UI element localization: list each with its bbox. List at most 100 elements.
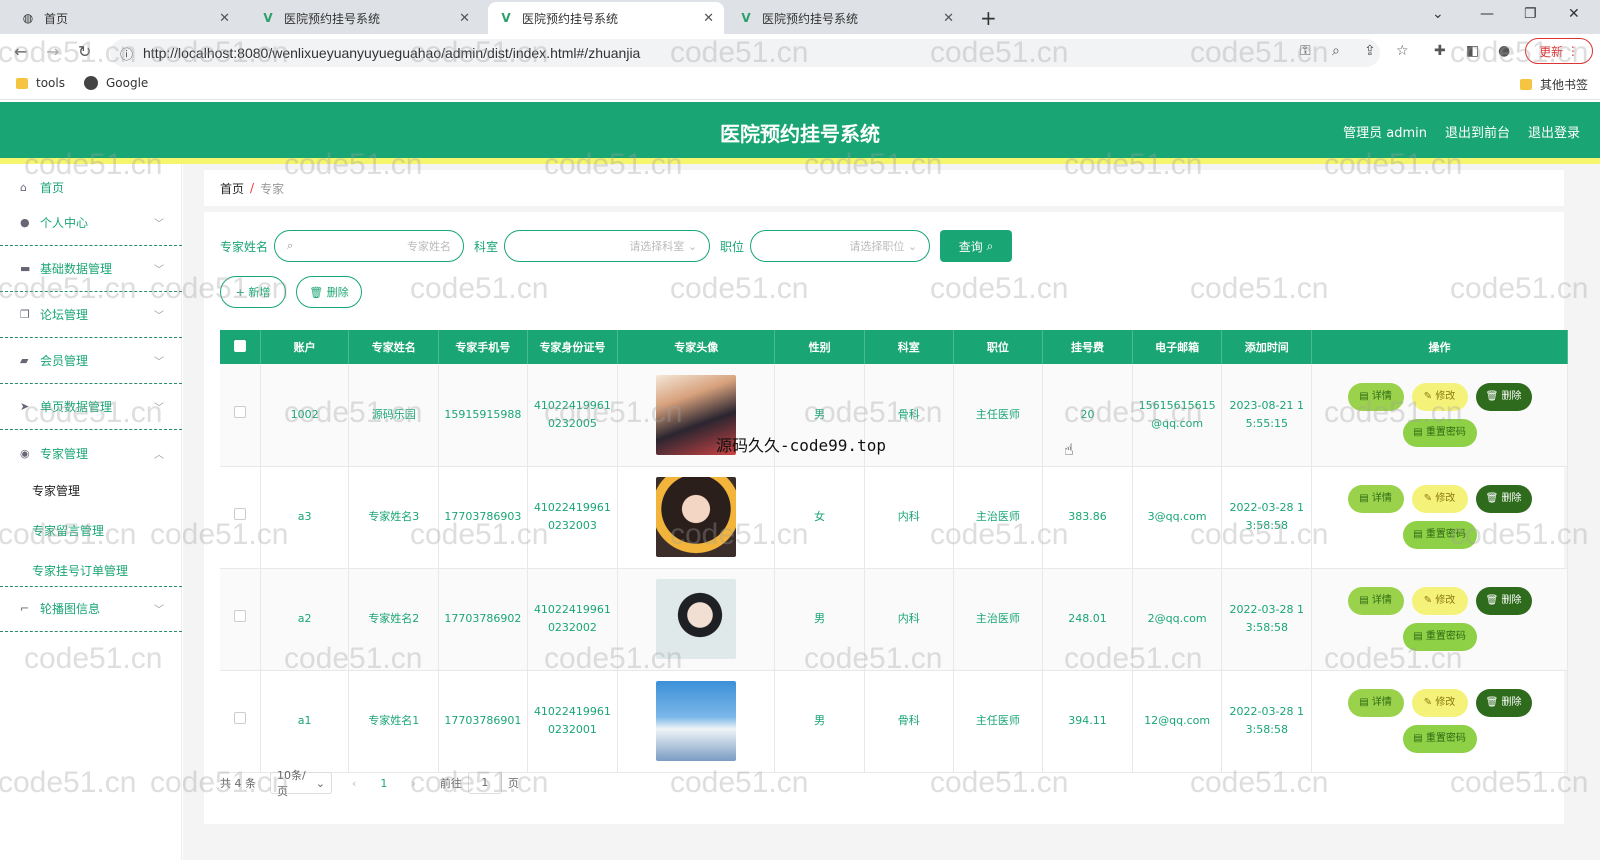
reset-password-button[interactable]: ▤ 重置密码 — [1402, 418, 1477, 447]
column-header[interactable]: 挂号费 — [1042, 330, 1133, 364]
sidebar-item-basedata[interactable]: ▬ 基础数据管理 ﹀ — [0, 246, 182, 292]
next-page-icon[interactable]: › — [411, 777, 415, 790]
new-tab-icon[interactable]: + — [980, 6, 997, 30]
restore-icon[interactable]: ❐ — [1524, 6, 1537, 22]
avatar[interactable] — [656, 477, 737, 557]
sidebar-item-experts[interactable]: ◉ 专家管理 ︿ — [0, 430, 182, 476]
chevron-down-icon: ﹀ — [154, 219, 164, 230]
extensions-icon[interactable]: ✚ — [1434, 43, 1446, 59]
bookmark-tools[interactable]: tools — [16, 76, 65, 90]
query-button[interactable]: 查询 ⌕ — [940, 230, 1013, 262]
expert-table: 账户 专家姓名 专家手机号 专家身份证号 专家头像 性别 科室 职位 挂号费 电… — [220, 330, 1568, 773]
total-count: 共 4 条 — [220, 777, 256, 790]
row-select-cell — [220, 670, 261, 773]
account-cell: a2 — [260, 568, 350, 671]
operations-cell: ▤ 详情 ✎ 修改 🗑 删除 ▤ 重置密码 — [1311, 568, 1568, 671]
avatar[interactable] — [656, 579, 737, 659]
bookmark-other[interactable]: 其他书签 — [1520, 76, 1588, 93]
batch-delete-button[interactable]: 🗑 删除 — [296, 276, 362, 308]
breadcrumb-home[interactable]: 首页 — [220, 180, 244, 197]
back-to-front-link[interactable]: 退出到前台 — [1445, 122, 1510, 141]
delete-button[interactable]: 🗑 删除 — [1475, 587, 1532, 615]
edit-button[interactable]: ✎ 修改 — [1411, 382, 1468, 411]
reset-password-button[interactable]: ▤ 重置密码 — [1402, 725, 1477, 753]
column-header[interactable]: 专家姓名 — [348, 330, 440, 364]
sidebar-item-singlepage[interactable]: ➤ 单页数据管理 ﹀ — [0, 384, 182, 430]
close-window-icon[interactable]: ✕ — [1568, 6, 1580, 22]
close-icon[interactable]: ✕ — [219, 11, 230, 26]
edit-button[interactable]: ✎ 修改 — [1411, 485, 1468, 513]
profile-icon[interactable]: ● — [1498, 43, 1510, 59]
chevron-down-icon: ⌄ — [687, 240, 698, 253]
column-header[interactable]: 专家身份证号 — [527, 330, 619, 364]
dept-select[interactable]: 请选择科室 ⌄ — [504, 230, 711, 262]
close-icon[interactable]: ✕ — [459, 11, 470, 26]
forward-icon[interactable]: → — [46, 42, 59, 61]
tab-hospital-3[interactable]: V 医院预约挂号系统 ✕ — [728, 2, 964, 34]
edit-button[interactable]: ✎ 修改 — [1411, 587, 1468, 615]
account-cell: a1 — [260, 670, 350, 773]
column-header[interactable]: 电子邮箱 — [1132, 330, 1223, 364]
tab-hospital-1[interactable]: V 医院预约挂号系统 ✕ — [250, 2, 480, 34]
detail-button[interactable]: ▤ 详情 — [1347, 587, 1404, 615]
detail-button[interactable]: ▤ 详情 — [1347, 382, 1404, 411]
avatar[interactable] — [656, 681, 737, 761]
tab-home[interactable]: ◍ 首页 ✕ — [10, 2, 240, 34]
page-number[interactable]: 1 — [380, 777, 387, 790]
column-header[interactable]: 科室 — [864, 330, 954, 364]
column-header[interactable]: 专家头像 — [617, 330, 776, 364]
reset-password-button[interactable]: ▤ 重置密码 — [1402, 623, 1477, 651]
url-field[interactable]: ⓘ http://localhost:8080/wenlixueyuanyuyu… — [110, 39, 1380, 67]
delete-button[interactable]: 🗑 删除 — [1475, 689, 1532, 717]
minimize-icon[interactable]: — — [1480, 6, 1494, 22]
sidepanel-icon[interactable]: ◧ — [1466, 43, 1479, 59]
title-select[interactable]: 请选择职位 ⌄ — [750, 230, 931, 262]
detail-button[interactable]: ▤ 详情 — [1347, 485, 1404, 513]
close-icon[interactable]: ✕ — [943, 11, 954, 26]
page-suffix: 页 — [507, 777, 519, 790]
tab-hospital-active[interactable]: V 医院预约挂号系统 ✕ — [488, 2, 724, 34]
sidebar-sub-expert-orders[interactable]: 专家挂号订单管理 — [32, 562, 128, 579]
zoom-icon[interactable]: ⌕ — [1332, 43, 1340, 59]
expert-name-input[interactable]: ⌕ 专家姓名 — [274, 230, 465, 262]
sidebar-sub-expert-message[interactable]: 专家留言管理 — [32, 522, 104, 539]
reload-icon[interactable]: ↻ — [78, 42, 91, 61]
delete-button[interactable]: 🗑 删除 — [1475, 382, 1532, 411]
reset-password-button[interactable]: ▤ 重置密码 — [1402, 521, 1477, 549]
column-header[interactable]: 职位 — [953, 330, 1044, 364]
name-cell: 专家姓名1 — [348, 670, 440, 773]
sidebar-sub-expert-manage[interactable]: 专家管理 — [32, 482, 80, 499]
bookmark-google[interactable]: Google — [84, 76, 148, 90]
sidebar-item-carousel[interactable]: ⌐ 轮播图信息 ﹀ — [0, 586, 182, 632]
row-checkbox[interactable] — [233, 610, 246, 622]
delete-button[interactable]: 🗑 删除 — [1475, 485, 1532, 513]
add-button[interactable]: + 新增 — [220, 276, 286, 308]
logout-link[interactable]: 退出登录 — [1528, 122, 1580, 141]
column-header[interactable]: 专家手机号 — [438, 330, 528, 364]
key-icon[interactable]: ⚿ — [1300, 43, 1311, 59]
info-icon[interactable]: ⓘ — [120, 44, 133, 63]
detail-button[interactable]: ▤ 详情 — [1347, 689, 1404, 717]
sidebar-item-members[interactable]: ▰ 会员管理 ﹀ — [0, 338, 182, 384]
close-icon[interactable]: ✕ — [703, 11, 714, 26]
column-header[interactable]: 添加时间 — [1221, 330, 1313, 364]
row-checkbox[interactable] — [233, 712, 246, 724]
sidebar-item-profile[interactable]: ● 个人中心 ﹀ — [0, 200, 182, 246]
column-header[interactable]: 性别 — [774, 330, 865, 364]
user-icon: ● — [20, 216, 30, 229]
page-size-select[interactable]: 10条/页 ⌄ — [270, 769, 332, 798]
prev-page-icon[interactable]: ‹ — [352, 777, 356, 790]
row-checkbox[interactable] — [233, 405, 246, 418]
edit-button[interactable]: ✎ 修改 — [1411, 689, 1468, 717]
update-button[interactable]: 更新 ⋮ — [1525, 38, 1593, 64]
row-checkbox[interactable] — [233, 508, 246, 520]
star-icon[interactable]: ☆ — [1396, 43, 1409, 59]
back-icon[interactable]: ← — [14, 42, 27, 61]
phone-cell: 17703786903 — [438, 466, 528, 569]
column-header[interactable]: 账户 — [260, 330, 350, 364]
goto-page-input[interactable]: 1 — [467, 772, 502, 794]
select-all-checkbox[interactable] — [233, 339, 246, 352]
sidebar-item-forum[interactable]: ❐ 论坛管理 ﹀ — [0, 292, 182, 338]
tab-search-icon[interactable]: ⌄ — [1432, 6, 1444, 22]
share-icon[interactable]: ⇪ — [1364, 43, 1376, 59]
